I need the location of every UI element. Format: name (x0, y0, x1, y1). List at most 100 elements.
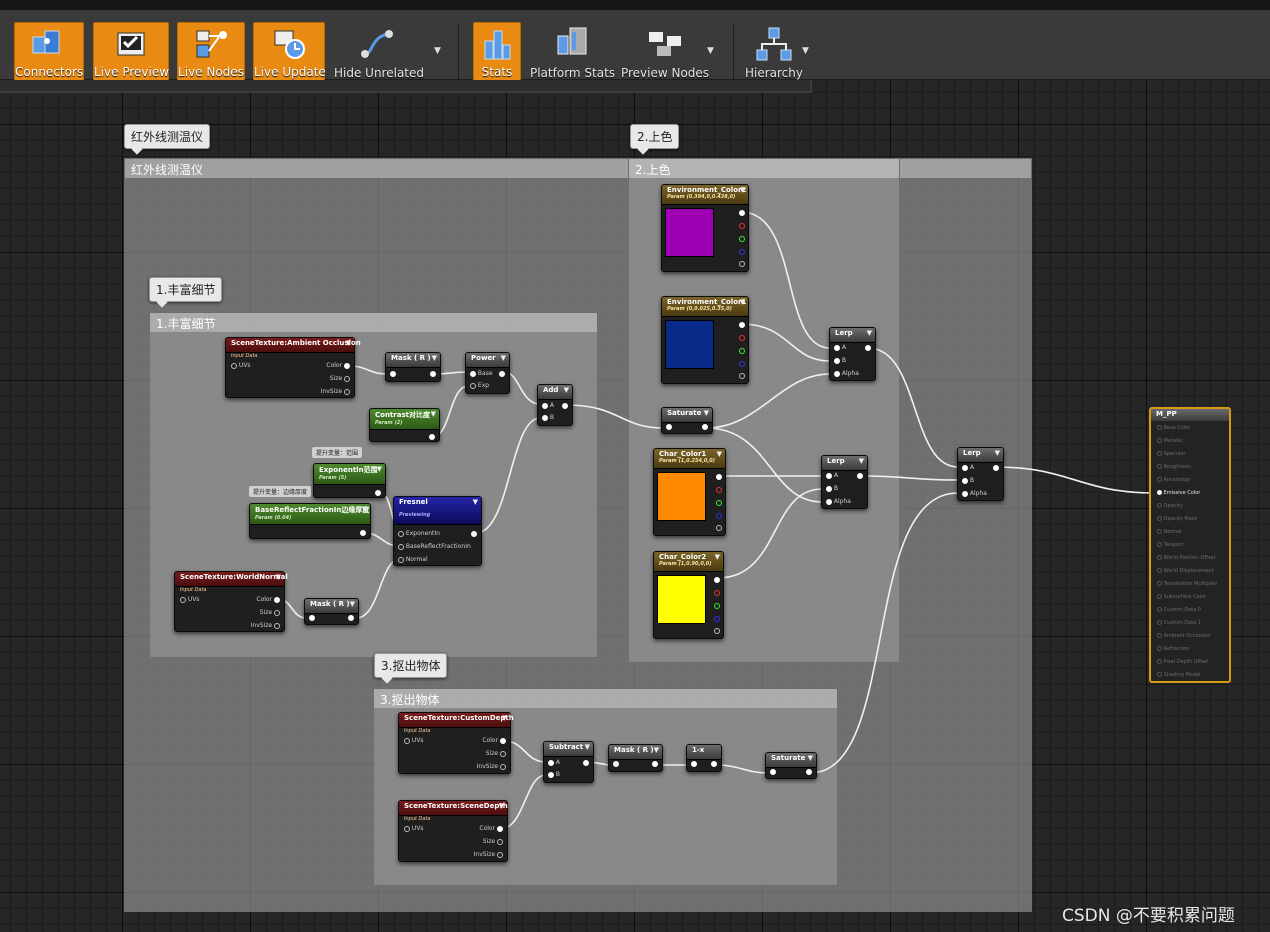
pin-input[interactable]: Alpha (826, 498, 851, 505)
material-input-pin[interactable]: Pixel Depth Offset (1157, 659, 1209, 665)
pin-input[interactable]: UVs (180, 596, 200, 603)
material-input-pin[interactable]: Custom Data 1 (1157, 620, 1201, 626)
collapse-icon[interactable]: ▼ (502, 714, 507, 722)
pin-output-g[interactable] (716, 499, 722, 506)
pin-input[interactable]: B (548, 771, 560, 778)
collapse-icon[interactable]: ▼ (432, 354, 437, 362)
pin-output-rgb[interactable] (739, 209, 745, 216)
pin-output[interactable] (702, 423, 708, 430)
material-result-node[interactable]: M_PP Base Color Metallic Specular Roughn… (1149, 407, 1231, 683)
collapse-icon[interactable]: ▼ (431, 410, 436, 418)
collapse-icon[interactable]: ▼ (704, 409, 709, 417)
material-input-pin[interactable]: World Displacement (1157, 568, 1214, 574)
pin-input[interactable]: B (962, 477, 974, 484)
material-input-pin[interactable]: Opacity Mask (1157, 516, 1197, 522)
material-input-pin[interactable]: Base Color (1157, 425, 1190, 431)
node-one-minus[interactable]: 1-x (686, 744, 722, 772)
node-lerp[interactable]: Lerp ▼ A B Alpha (829, 327, 876, 381)
pin-output[interactable]: InvSize (474, 851, 503, 858)
pin-input[interactable] (390, 370, 396, 377)
pin-output[interactable]: InvSize (251, 622, 280, 629)
pin-output[interactable] (583, 759, 589, 766)
collapse-icon[interactable]: ▼ (564, 386, 569, 394)
node-param-environment-color2[interactable]: Environment_Color2 ▼ Param (0.394,0,0.438,… (661, 184, 749, 272)
pin-output[interactable]: Size (483, 838, 503, 845)
pin-output[interactable]: Color (326, 362, 350, 369)
pin-output-rgb[interactable] (714, 576, 720, 583)
collapse-icon[interactable]: ▼ (808, 754, 813, 762)
pin-input[interactable] (309, 614, 315, 621)
collapse-icon[interactable]: ▼ (499, 802, 504, 810)
collapse-icon[interactable]: ▼ (473, 498, 478, 506)
collapse-icon[interactable]: ▼ (995, 449, 1000, 457)
node-fresnel[interactable]: Fresnel ▼ Previewing ExponentIn BaseReflec… (393, 496, 482, 566)
pin-input[interactable]: BaseReflectFractionIn (398, 543, 471, 550)
pin-input[interactable] (770, 768, 776, 775)
pin-input[interactable]: B (542, 414, 554, 421)
pin-input[interactable]: ExponentIn (398, 530, 440, 537)
pin-input[interactable]: A (542, 402, 554, 409)
pin-output-rgb[interactable] (716, 473, 722, 480)
collapse-icon[interactable]: ▼ (377, 465, 382, 473)
pin-output[interactable]: Size (260, 609, 280, 616)
pin-output[interactable]: Color (256, 596, 280, 603)
node-param-char-color1[interactable]: Char_Color1 ▼ Param (1,0.254,0,0) (653, 448, 726, 536)
material-input-pin[interactable]: Emissive Color (1157, 490, 1200, 496)
node-scenetexture-ao[interactable]: SceneTexture:Ambient Occlusion ▼ Input Da… (225, 337, 361, 398)
pin-output-a[interactable] (739, 372, 745, 379)
pin-input[interactable]: A (826, 472, 838, 479)
collapse-icon[interactable]: ▼ (585, 743, 590, 751)
material-input-pin[interactable]: Anisotropy (1157, 477, 1190, 483)
node-add[interactable]: Add ▼ A B (537, 384, 573, 426)
material-input-pin[interactable]: Tangent (1157, 542, 1183, 548)
collapse-icon[interactable]: ▼ (362, 505, 367, 513)
pin-input[interactable]: A (834, 344, 846, 351)
node-mask-r[interactable]: Mask ( R ) ▼ (304, 598, 359, 625)
node-param-contrast[interactable]: Contrast对比度 ▼ Param (2) (369, 408, 440, 442)
pin-input[interactable]: UVs (404, 737, 424, 744)
pin-output[interactable]: Color (482, 737, 506, 744)
pin-input[interactable] (613, 760, 619, 767)
pin-output-b[interactable] (739, 360, 745, 367)
node-mask-r[interactable]: Mask ( R ) ▼ (385, 352, 441, 382)
pin-output-r[interactable] (714, 589, 720, 596)
pin-output[interactable] (348, 614, 354, 621)
pin-input[interactable]: UVs (231, 362, 251, 369)
node-param-environment-color1[interactable]: Environment_Color1 ▼ Param (0,0.025,0.35,0… (661, 296, 749, 384)
pin-input[interactable] (666, 423, 672, 430)
collapse-icon[interactable]: ▼ (346, 339, 351, 347)
material-input-pin[interactable]: Specular (1157, 451, 1185, 457)
pin-output[interactable] (652, 760, 658, 767)
pin-input[interactable]: Alpha (962, 490, 987, 497)
pin-output-r[interactable] (739, 222, 745, 229)
promote-variable-tag[interactable]: 提升变量：边缘厚度 (249, 486, 312, 497)
node-param-char-color2[interactable]: Char_Color2 ▼ Param (1,0.90,0,0) (653, 551, 724, 639)
node-power[interactable]: Power ▼ Base Exp (465, 352, 510, 394)
pin-output[interactable] (499, 370, 505, 377)
pin-output-g[interactable] (739, 235, 745, 242)
pin-output[interactable] (857, 472, 863, 479)
pin-input[interactable]: Base (470, 370, 493, 377)
material-input-pin[interactable]: World Position Offset (1157, 555, 1216, 561)
pin-output[interactable] (993, 464, 999, 471)
pin-input[interactable]: Alpha (834, 370, 859, 377)
material-input-pin[interactable]: Custom Data 0 (1157, 607, 1201, 613)
pin-output-r[interactable] (716, 486, 722, 493)
collapse-icon[interactable]: ▼ (350, 600, 355, 608)
node-lerp[interactable]: Lerp ▼ A B Alpha (957, 447, 1004, 501)
pin-output[interactable] (806, 768, 812, 775)
node-scenetexture-worldnormal[interactable]: SceneTexture:WorldNormal ▼ Input Data UVs… (174, 571, 288, 632)
pin-output-a[interactable] (714, 627, 720, 634)
collapse-icon[interactable]: ▼ (276, 573, 281, 581)
pin-output[interactable]: Size (486, 750, 506, 757)
collapse-icon[interactable]: ▼ (501, 354, 506, 362)
pin-input[interactable]: B (826, 485, 838, 492)
pin-output[interactable] (360, 529, 366, 536)
collapse-icon[interactable]: ▼ (867, 329, 872, 337)
material-input-pin[interactable]: Normal (1157, 529, 1182, 535)
pin-output-rgb[interactable] (739, 321, 745, 328)
pin-output[interactable] (865, 344, 871, 351)
pin-output[interactable] (562, 402, 568, 409)
pin-output[interactable]: Color (479, 825, 503, 832)
node-subtract[interactable]: Subtract ▼ A B (543, 741, 594, 783)
